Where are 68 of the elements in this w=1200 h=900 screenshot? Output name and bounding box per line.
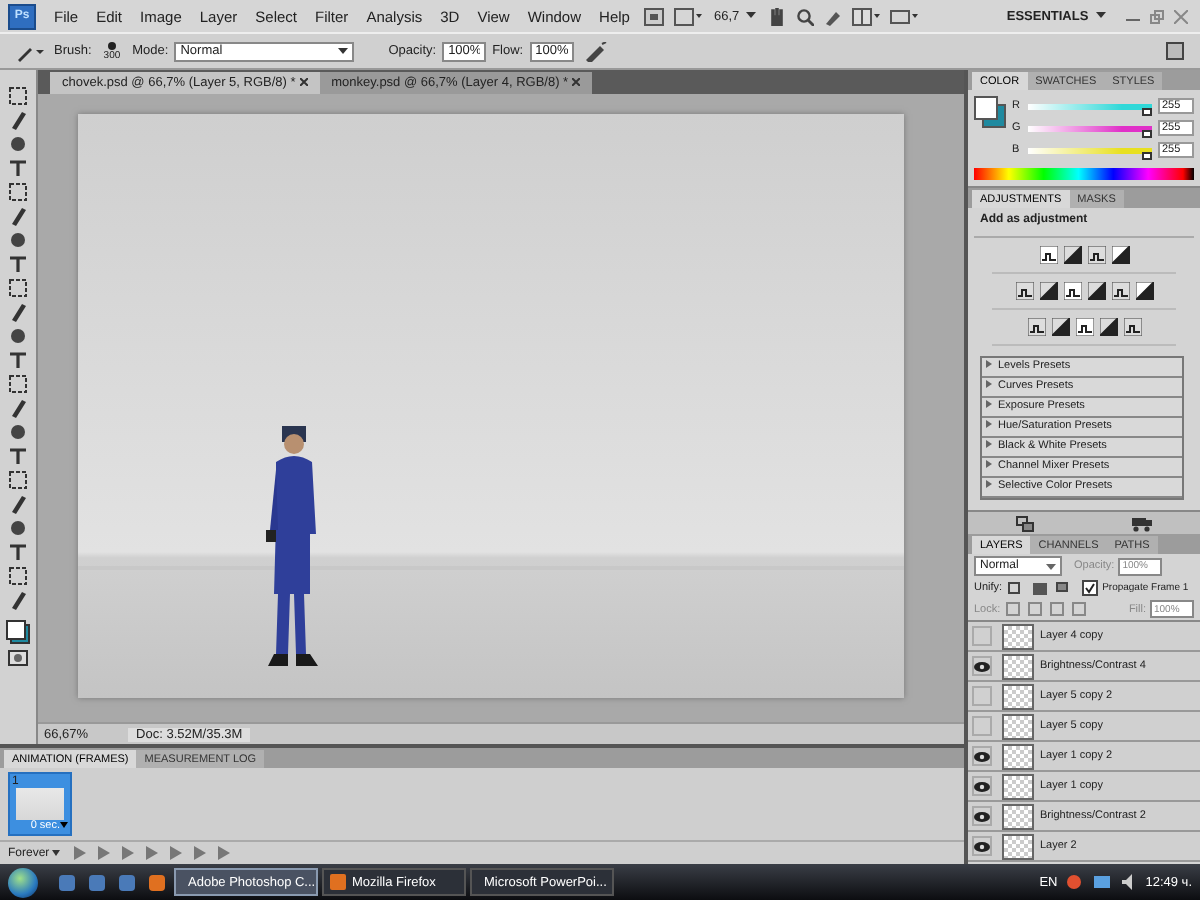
expand-triangle-icon[interactable] — [986, 440, 992, 448]
caret-icon — [1040, 563, 1056, 569]
adjustment-icon[interactable] — [1087, 282, 1105, 300]
view-extras-icon[interactable] — [673, 7, 702, 25]
layer-thumbnail — [1002, 713, 1034, 739]
expand-triangle-icon[interactable] — [986, 460, 992, 468]
adjustment-icon[interactable] — [1111, 246, 1129, 264]
tray-icon[interactable] — [1065, 874, 1082, 890]
expand-triangle-icon[interactable] — [986, 360, 992, 368]
arrange-documents-icon[interactable] — [852, 7, 881, 25]
visibility-toggle[interactable] — [972, 656, 992, 676]
caret-icon — [746, 12, 757, 19]
layer-thumbnail — [1002, 773, 1034, 799]
color-swatches-icon[interactable] — [6, 620, 30, 644]
propagate-checkbox[interactable] — [1082, 580, 1099, 596]
adjustment-icon[interactable] — [1039, 246, 1057, 264]
layer-thumbnail — [1002, 683, 1034, 709]
adjustment-icon[interactable] — [1027, 318, 1045, 336]
caret-icon — [52, 849, 61, 855]
start-button[interactable] — [8, 867, 38, 897]
visibility-toggle[interactable] — [972, 626, 992, 646]
adjustment-icon[interactable] — [1111, 282, 1129, 300]
expand-triangle-icon[interactable] — [986, 380, 992, 388]
close-icon[interactable] — [299, 78, 308, 86]
adjustment-icon[interactable] — [1063, 246, 1081, 264]
truck-icon[interactable] — [1131, 515, 1152, 531]
expand-triangle-icon[interactable] — [986, 480, 992, 488]
adjustment-icon[interactable] — [1015, 282, 1033, 300]
adjustment-icon[interactable] — [1087, 246, 1105, 264]
brush-dot-icon — [107, 41, 116, 49]
network-icon[interactable] — [1093, 874, 1110, 890]
volume-icon[interactable] — [1121, 874, 1138, 890]
layer-comps-icon[interactable] — [1016, 515, 1035, 531]
adjustment-icon[interactable] — [1051, 318, 1069, 336]
layer-thumbnail — [1002, 623, 1034, 649]
color-chips-icon[interactable] — [974, 96, 1006, 128]
visibility-toggle[interactable] — [972, 776, 992, 796]
adjustment-icon[interactable] — [1063, 282, 1081, 300]
airbrush-icon[interactable] — [583, 41, 608, 61]
caret-icon — [332, 48, 349, 54]
layer-thumbnail — [1002, 803, 1034, 829]
adjustment-icon[interactable] — [1099, 318, 1117, 336]
visibility-toggle[interactable] — [972, 716, 992, 736]
type-icon[interactable] — [8, 446, 28, 466]
adjustment-icon[interactable] — [1135, 282, 1153, 300]
unify-position-icon[interactable] — [1008, 581, 1025, 595]
caret-icon — [1096, 12, 1106, 19]
screen-mode-icon[interactable] — [890, 7, 919, 25]
visibility-toggle[interactable] — [972, 836, 992, 856]
layer-thumbnail — [1002, 743, 1034, 769]
panel-toggle-icon[interactable] — [1166, 42, 1184, 60]
adjustment-icon[interactable] — [1075, 318, 1093, 336]
visibility-toggle[interactable] — [972, 686, 992, 706]
quick-mask-icon[interactable] — [8, 648, 28, 668]
caret-icon — [60, 822, 68, 828]
expand-triangle-icon[interactable] — [986, 420, 992, 428]
visibility-toggle[interactable] — [972, 746, 992, 766]
layer-thumbnail — [1002, 833, 1034, 859]
color-spectrum-bar[interactable] — [974, 168, 1194, 180]
unify-style-icon[interactable] — [1056, 581, 1073, 595]
expand-triangle-icon[interactable] — [986, 400, 992, 408]
close-icon[interactable] — [571, 78, 580, 86]
adjustment-icon[interactable] — [1123, 318, 1141, 336]
visibility-toggle[interactable] — [972, 806, 992, 826]
app-icon — [330, 874, 346, 890]
adjustment-icon[interactable] — [1039, 282, 1057, 300]
unify-visibility-icon[interactable] — [1032, 581, 1049, 595]
layer-thumbnail — [1002, 653, 1034, 679]
